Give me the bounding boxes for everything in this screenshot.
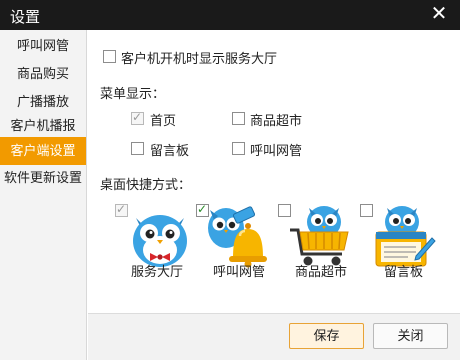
save-button[interactable]: 保存 xyxy=(289,323,364,349)
close-icon[interactable]: ✕ xyxy=(428,2,450,26)
startup-show-hall-label: 客户机开机时显示服务大厅 xyxy=(121,51,278,66)
startup-show-hall-checkbox[interactable] xyxy=(103,50,116,63)
window-title: 设置 xyxy=(10,9,41,26)
menu-message-board-label: 留言板 xyxy=(150,143,190,158)
sidebar-item-software-update[interactable]: 软件更新设置 xyxy=(0,164,86,192)
title-bar: 设置 ✕ xyxy=(0,0,460,30)
shortcut-supermarket-label: 商品超市 xyxy=(295,264,348,279)
close-button[interactable]: 关闭 xyxy=(373,323,448,349)
menu-home-checkbox xyxy=(131,110,144,125)
owl-bell-icon xyxy=(206,202,270,268)
desktop-shortcut-section-label: 桌面快捷方式： xyxy=(100,177,192,192)
sidebar-item-call-admin[interactable]: 呼叫网管 xyxy=(0,32,86,60)
shortcut-message-board-label: 留言板 xyxy=(384,264,424,279)
sidebar: 呼叫网管 商品购买 广播播放 客户机播报 客户端设置 软件更新设置 xyxy=(0,30,87,360)
dialog-footer: 保存 关闭 xyxy=(88,313,460,360)
menu-call-admin-checkbox[interactable] xyxy=(232,142,245,155)
menu-home-label: 首页 xyxy=(150,113,177,128)
owl-shopping-cart-icon xyxy=(288,202,352,268)
menu-call-admin-label: 呼叫网管 xyxy=(250,143,303,158)
shortcut-service-hall-checkbox xyxy=(115,202,128,217)
shortcut-service-hall-label: 服务大厅 xyxy=(131,264,184,279)
menu-supermarket-label: 商品超市 xyxy=(250,113,303,128)
menu-section-label: 菜单显示： xyxy=(100,86,166,101)
shortcut-call-admin-label: 呼叫网管 xyxy=(213,264,266,279)
menu-message-board-checkbox[interactable] xyxy=(131,142,144,155)
settings-panel: 客户机开机时显示服务大厅 菜单显示： 首页 商品超市 留言板 呼叫网管 桌面快捷… xyxy=(88,30,460,313)
menu-supermarket-checkbox[interactable] xyxy=(232,112,245,125)
owl-notepad-icon xyxy=(372,202,436,268)
sidebar-item-purchase[interactable]: 商品购买 xyxy=(0,60,86,88)
owl-bowtie-icon xyxy=(128,208,192,268)
sidebar-item-client-settings[interactable]: 客户端设置 xyxy=(0,137,86,165)
sidebar-item-client-announce[interactable]: 客户机播报 xyxy=(0,112,86,140)
